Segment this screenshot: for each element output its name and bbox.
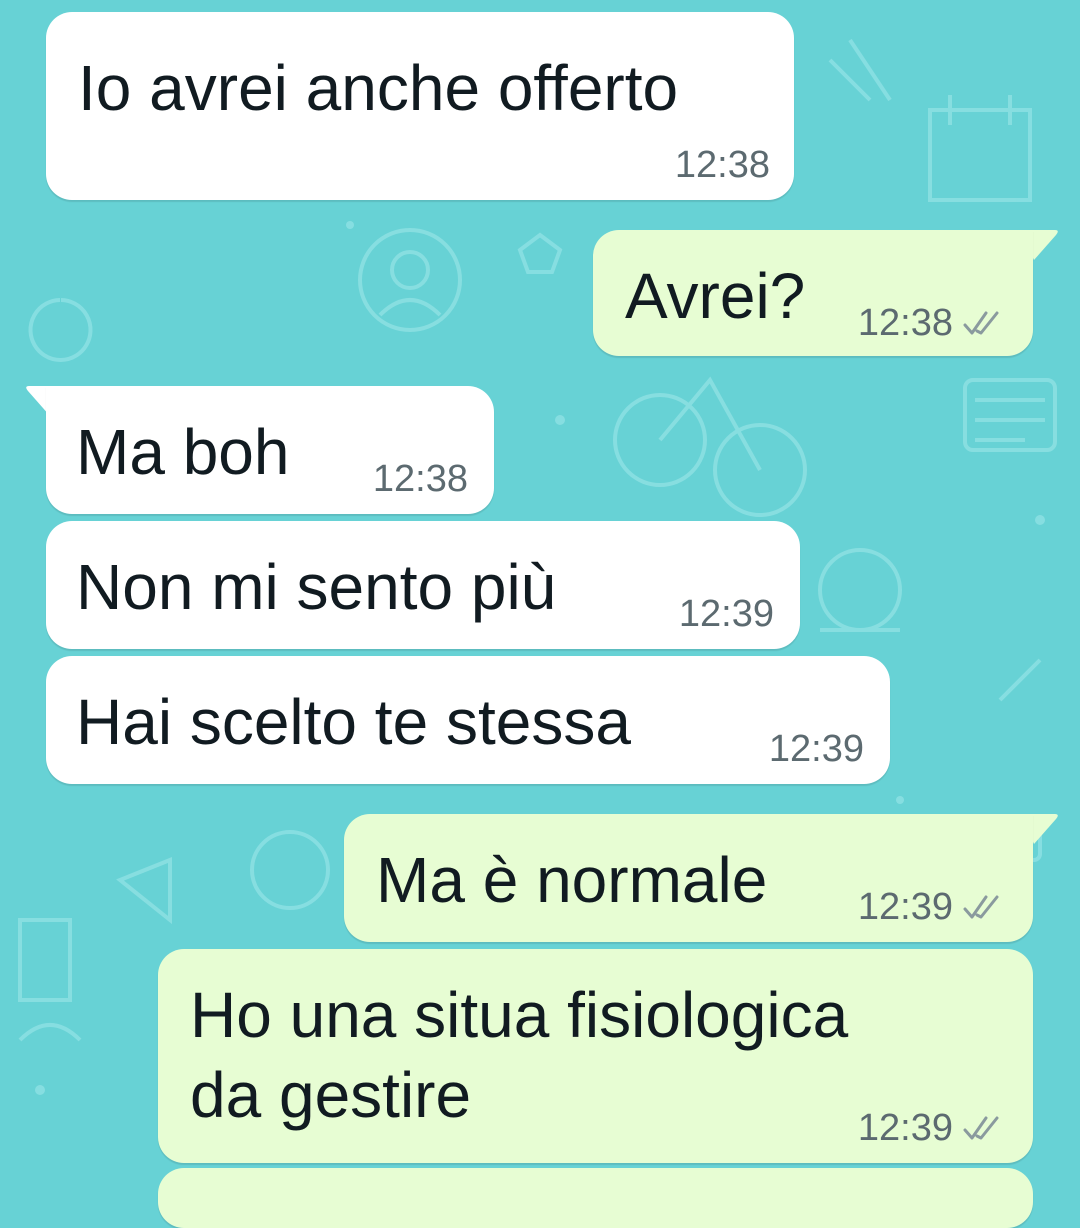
message-meta: 12:38	[858, 302, 1003, 345]
message-text-line-2: da gestire	[190, 1059, 472, 1131]
message-bubble-incoming[interactable]: Hai scelto te stessa 12:39	[46, 656, 890, 784]
message-text: Ma è normale	[376, 844, 768, 916]
message-text: Io avrei anche offerto	[78, 52, 679, 124]
message-bubble-outgoing[interactable]: Ho una situa fisiologica da gestire 12:3…	[158, 949, 1033, 1163]
message-bubble-outgoing-partial[interactable]	[158, 1168, 1033, 1228]
message-meta: 12:39	[769, 728, 864, 771]
message-meta: 12:38	[373, 458, 468, 501]
message-time: 12:39	[857, 1107, 953, 1149]
double-check-icon	[963, 311, 999, 334]
message-time: 12:38	[674, 144, 770, 186]
message-meta: 12:39	[858, 1107, 1003, 1150]
message-time: 12:38	[372, 458, 468, 500]
message-time: 12:39	[678, 593, 774, 635]
message-bubble-incoming[interactable]: Ma boh 12:38	[46, 386, 494, 514]
message-text: Non mi sento più	[76, 551, 557, 623]
message-text: Avrei?	[625, 260, 806, 332]
message-time: 12:39	[768, 728, 864, 770]
message-text: Hai scelto te stessa	[76, 686, 631, 758]
message-bubble-incoming[interactable]: Non mi sento più 12:39	[46, 521, 800, 649]
double-check-icon	[963, 1116, 999, 1139]
message-text-line-1: Ho una situa fisiologica	[190, 979, 849, 1051]
message-bubble-outgoing[interactable]: Ma è normale 12:39	[344, 814, 1033, 942]
message-text: Ma boh	[76, 416, 290, 488]
message-meta: 12:39	[858, 886, 1003, 929]
message-meta: 12:39	[679, 593, 774, 636]
message-bubble-incoming[interactable]: Io avrei anche offerto 12:38	[46, 12, 794, 200]
message-time: 12:39	[857, 886, 953, 928]
message-time: 12:38	[857, 302, 953, 344]
message-bubble-outgoing[interactable]: Avrei? 12:38	[593, 230, 1033, 356]
message-meta: 12:38	[675, 144, 770, 187]
double-check-icon	[963, 895, 999, 918]
